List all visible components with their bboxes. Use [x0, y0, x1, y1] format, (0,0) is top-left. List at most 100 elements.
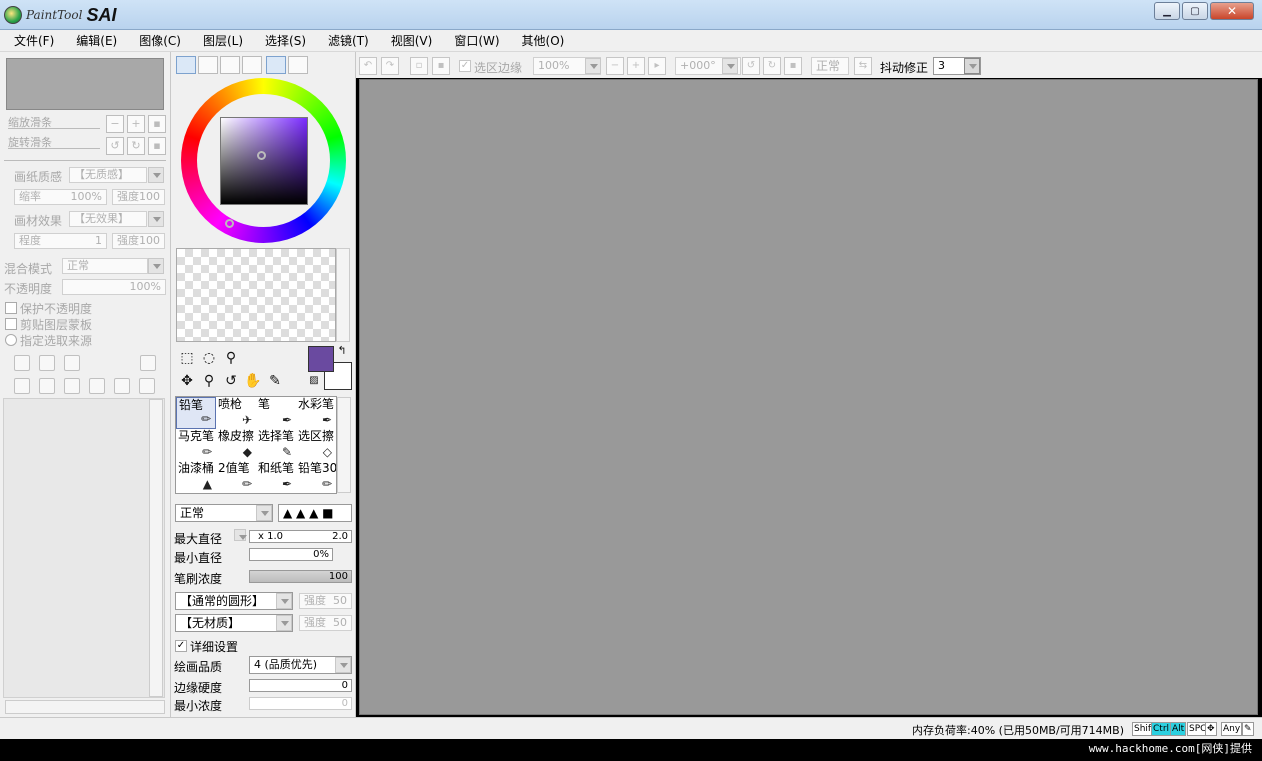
stabilizer-dropdown-icon[interactable]: [964, 58, 980, 74]
minimize-button[interactable]: ▁: [1154, 2, 1180, 20]
opacity-slider[interactable]: 100%: [62, 279, 166, 295]
menu-layer[interactable]: 图层(L): [203, 30, 243, 52]
brush-eraser[interactable]: 橡皮擦 ◆: [216, 429, 256, 461]
brush-marker[interactable]: 马克笔 ✏: [176, 429, 216, 461]
brush-shape-dropdown-icon[interactable]: [276, 593, 292, 609]
canvas-blend-field[interactable]: 正常: [811, 57, 849, 75]
paper-texture-dropdown-icon[interactable]: [148, 167, 164, 183]
swap-colors-icon[interactable]: ↰: [335, 344, 349, 358]
blend-mode-dropdown-icon[interactable]: [148, 258, 164, 274]
detail-settings-checkbox[interactable]: ✓: [175, 640, 187, 652]
invert-selection-icon[interactable]: ▪: [432, 57, 450, 75]
brush-effect-dropdown-icon[interactable]: [148, 211, 164, 227]
move-icon[interactable]: ✥: [177, 371, 197, 391]
menu-other[interactable]: 其他(O): [522, 30, 565, 52]
selection-source-radio[interactable]: [5, 334, 17, 346]
clip-mask-checkbox[interactable]: [5, 318, 17, 330]
scratch-pad-scrollbar[interactable]: [336, 248, 350, 342]
brush-shape-presets[interactable]: ▲ ▲ ▲ ■: [278, 504, 352, 522]
angle-dropdown-icon[interactable]: [722, 58, 738, 74]
new-layer-icon[interactable]: [14, 355, 30, 371]
selection-edge-checkbox[interactable]: ✓: [459, 60, 471, 72]
rotate-icon[interactable]: ↺: [221, 371, 241, 391]
zoom-slider[interactable]: [8, 128, 100, 129]
density-slider[interactable]: 100: [249, 570, 352, 583]
brush-bucket[interactable]: 油漆桶 ▲: [176, 461, 216, 493]
texture-strength-field[interactable]: 强度 50: [299, 615, 352, 631]
hsv-slider-icon[interactable]: [220, 56, 240, 74]
scratch-pad[interactable]: [176, 248, 336, 342]
menu-view[interactable]: 视图(V): [391, 30, 433, 52]
rotate-slider[interactable]: [8, 148, 100, 149]
effect-strength-field[interactable]: 强度 100: [112, 233, 165, 249]
edge-hardness-slider[interactable]: 0: [249, 679, 352, 692]
layer-list[interactable]: [3, 398, 165, 698]
lasso-icon[interactable]: ◌: [199, 348, 219, 368]
canvas-zoom-in-icon[interactable]: +: [627, 57, 645, 75]
shape-strength-field[interactable]: 强度 50: [299, 593, 352, 609]
quality-dropdown-icon[interactable]: [335, 657, 351, 673]
paper-strength-field[interactable]: 强度 100: [112, 189, 165, 205]
brush-texture-dropdown-icon[interactable]: [276, 615, 292, 631]
magic-wand-icon[interactable]: ⚲: [221, 348, 241, 368]
palette-icon[interactable]: [266, 56, 286, 74]
brush-blend-select[interactable]: 正常: [175, 504, 273, 522]
color-wheel-icon[interactable]: [176, 56, 196, 74]
undo-icon[interactable]: ↶: [359, 57, 377, 75]
brush-airbrush[interactable]: 喷枪 ✈: [216, 397, 256, 429]
brush-texture-select[interactable]: 【无材质】: [175, 614, 293, 632]
menu-filter[interactable]: 滤镜(T): [328, 30, 369, 52]
brush-blend-dropdown-icon[interactable]: [256, 505, 272, 521]
merge-down-icon[interactable]: [39, 378, 55, 394]
new-folder-icon[interactable]: [64, 355, 80, 371]
flip-canvas-icon[interactable]: ⇆: [854, 57, 872, 75]
menu-image[interactable]: 图像(C): [139, 30, 181, 52]
brush-washi[interactable]: 和纸笔 ✒: [256, 461, 296, 493]
rotate-left-icon[interactable]: ↺: [106, 137, 124, 155]
brush-pencil30[interactable]: 铅笔30 ✏: [296, 461, 336, 493]
zoom-reset-icon[interactable]: ▪: [148, 115, 166, 133]
max-size-slider[interactable]: x 1.0 2.0: [249, 530, 352, 543]
blend-mode-select[interactable]: 正常: [62, 258, 148, 274]
min-size-slider[interactable]: 0%: [249, 548, 333, 561]
brush-watercolor[interactable]: 水彩笔 ✒: [296, 397, 336, 429]
paper-texture-select[interactable]: 【无质感】: [69, 167, 147, 183]
close-button[interactable]: ✕: [1210, 2, 1254, 20]
new-linework-layer-icon[interactable]: [39, 355, 55, 371]
sv-marker[interactable]: [257, 151, 266, 160]
hue-marker[interactable]: [225, 219, 234, 228]
brush-select-eraser[interactable]: 选区擦 ◇: [296, 429, 336, 461]
rgb-slider-icon[interactable]: [198, 56, 218, 74]
brush-select-pen[interactable]: 选择笔 ✎: [256, 429, 296, 461]
layer-panel-icon[interactable]: [140, 355, 156, 371]
effect-degree-field[interactable]: 程度 1: [14, 233, 107, 249]
canvas-zoom-out-icon[interactable]: −: [606, 57, 624, 75]
scratch-pad-icon[interactable]: [288, 56, 308, 74]
layer-list-hscrollbar[interactable]: [5, 700, 165, 714]
transparent-color-icon[interactable]: ▨: [307, 374, 321, 388]
menu-select[interactable]: 选择(S): [265, 30, 306, 52]
canvas-area[interactable]: [359, 79, 1258, 715]
brush-effect-select[interactable]: 【无效果】: [69, 211, 147, 227]
rect-select-icon[interactable]: ⬚: [177, 348, 197, 368]
brush-grid-scrollbar[interactable]: [337, 397, 351, 493]
brush-shape-select[interactable]: 【通常的圆形】: [175, 592, 293, 610]
zoom-icon[interactable]: ⚲: [199, 371, 219, 391]
eyedropper-icon[interactable]: ✎: [265, 371, 285, 391]
max-size-dropdown-icon[interactable]: [234, 529, 247, 541]
foreground-color[interactable]: [308, 346, 334, 372]
maximize-button[interactable]: ▢: [1182, 2, 1208, 20]
brush-binary[interactable]: 2值笔 ✏: [216, 461, 256, 493]
canvas-rotate-right-icon[interactable]: ↻: [763, 57, 781, 75]
brush-pen[interactable]: 笔 ✒: [256, 397, 296, 429]
quality-select[interactable]: 4 (品质优先): [249, 656, 352, 674]
clear-layer-icon[interactable]: [64, 378, 80, 394]
min-density-slider[interactable]: 0: [249, 697, 352, 710]
layer-mask-icon[interactable]: [139, 378, 155, 394]
protect-opacity-checkbox[interactable]: [5, 302, 17, 314]
brush-pencil[interactable]: 铅笔 ✏: [176, 397, 216, 429]
canvas-zoom-fit-icon[interactable]: ▸: [648, 57, 666, 75]
rotate-reset-icon[interactable]: ▪: [148, 137, 166, 155]
canvas-rotate-left-icon[interactable]: ↺: [742, 57, 760, 75]
zoom-in-icon[interactable]: +: [127, 115, 145, 133]
